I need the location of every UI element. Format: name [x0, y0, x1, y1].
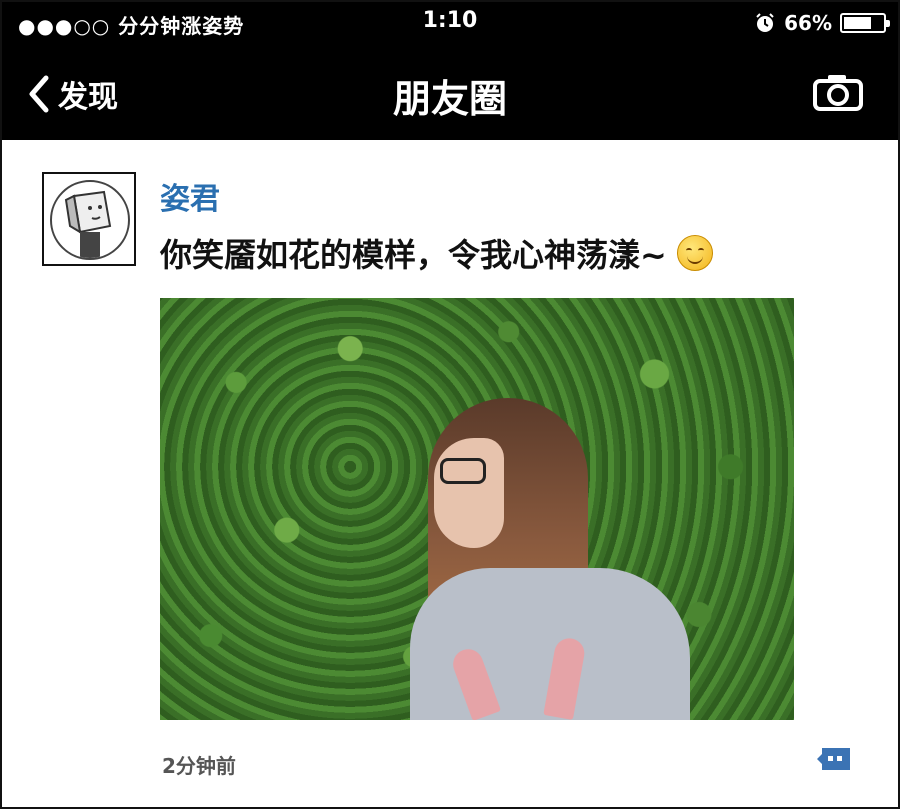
post-photo[interactable] — [160, 298, 794, 720]
avatar[interactable] — [42, 172, 136, 266]
battery-percent: 66% — [784, 11, 832, 35]
comment-icon — [817, 748, 850, 770]
nav-bar: 发现 朋友圈 — [2, 46, 898, 140]
battery-icon — [840, 13, 890, 33]
username-link[interactable]: 姿君 — [160, 174, 220, 218]
app-frame: ●●●○○ 分分钟涨姿势 1:10 66% 发现 朋友圈 姿君 你笑靥如花的模样… — [0, 0, 900, 809]
cube-head-icon — [64, 190, 112, 258]
avatar-image — [50, 180, 130, 260]
post-text: 你笑靥如花的模样，令我心神荡漾~ — [160, 236, 667, 274]
comment-button[interactable] — [816, 746, 852, 774]
alarm-icon — [756, 13, 774, 32]
status-bar: ●●●○○ 分分钟涨姿势 1:10 66% — [2, 2, 898, 46]
camera-button[interactable] — [812, 72, 864, 116]
photo-person-face — [434, 438, 504, 548]
post-timestamp: 2分钟前 — [162, 754, 236, 778]
photo-glasses — [440, 458, 486, 484]
post-text-row: 你笑靥如花的模样，令我心神荡漾~ — [160, 230, 713, 276]
status-right-group: 66% — [754, 9, 890, 37]
camera-icon — [813, 75, 863, 111]
page-title: 朋友圈 — [392, 77, 507, 121]
smile-emoji-icon — [676, 235, 713, 271]
